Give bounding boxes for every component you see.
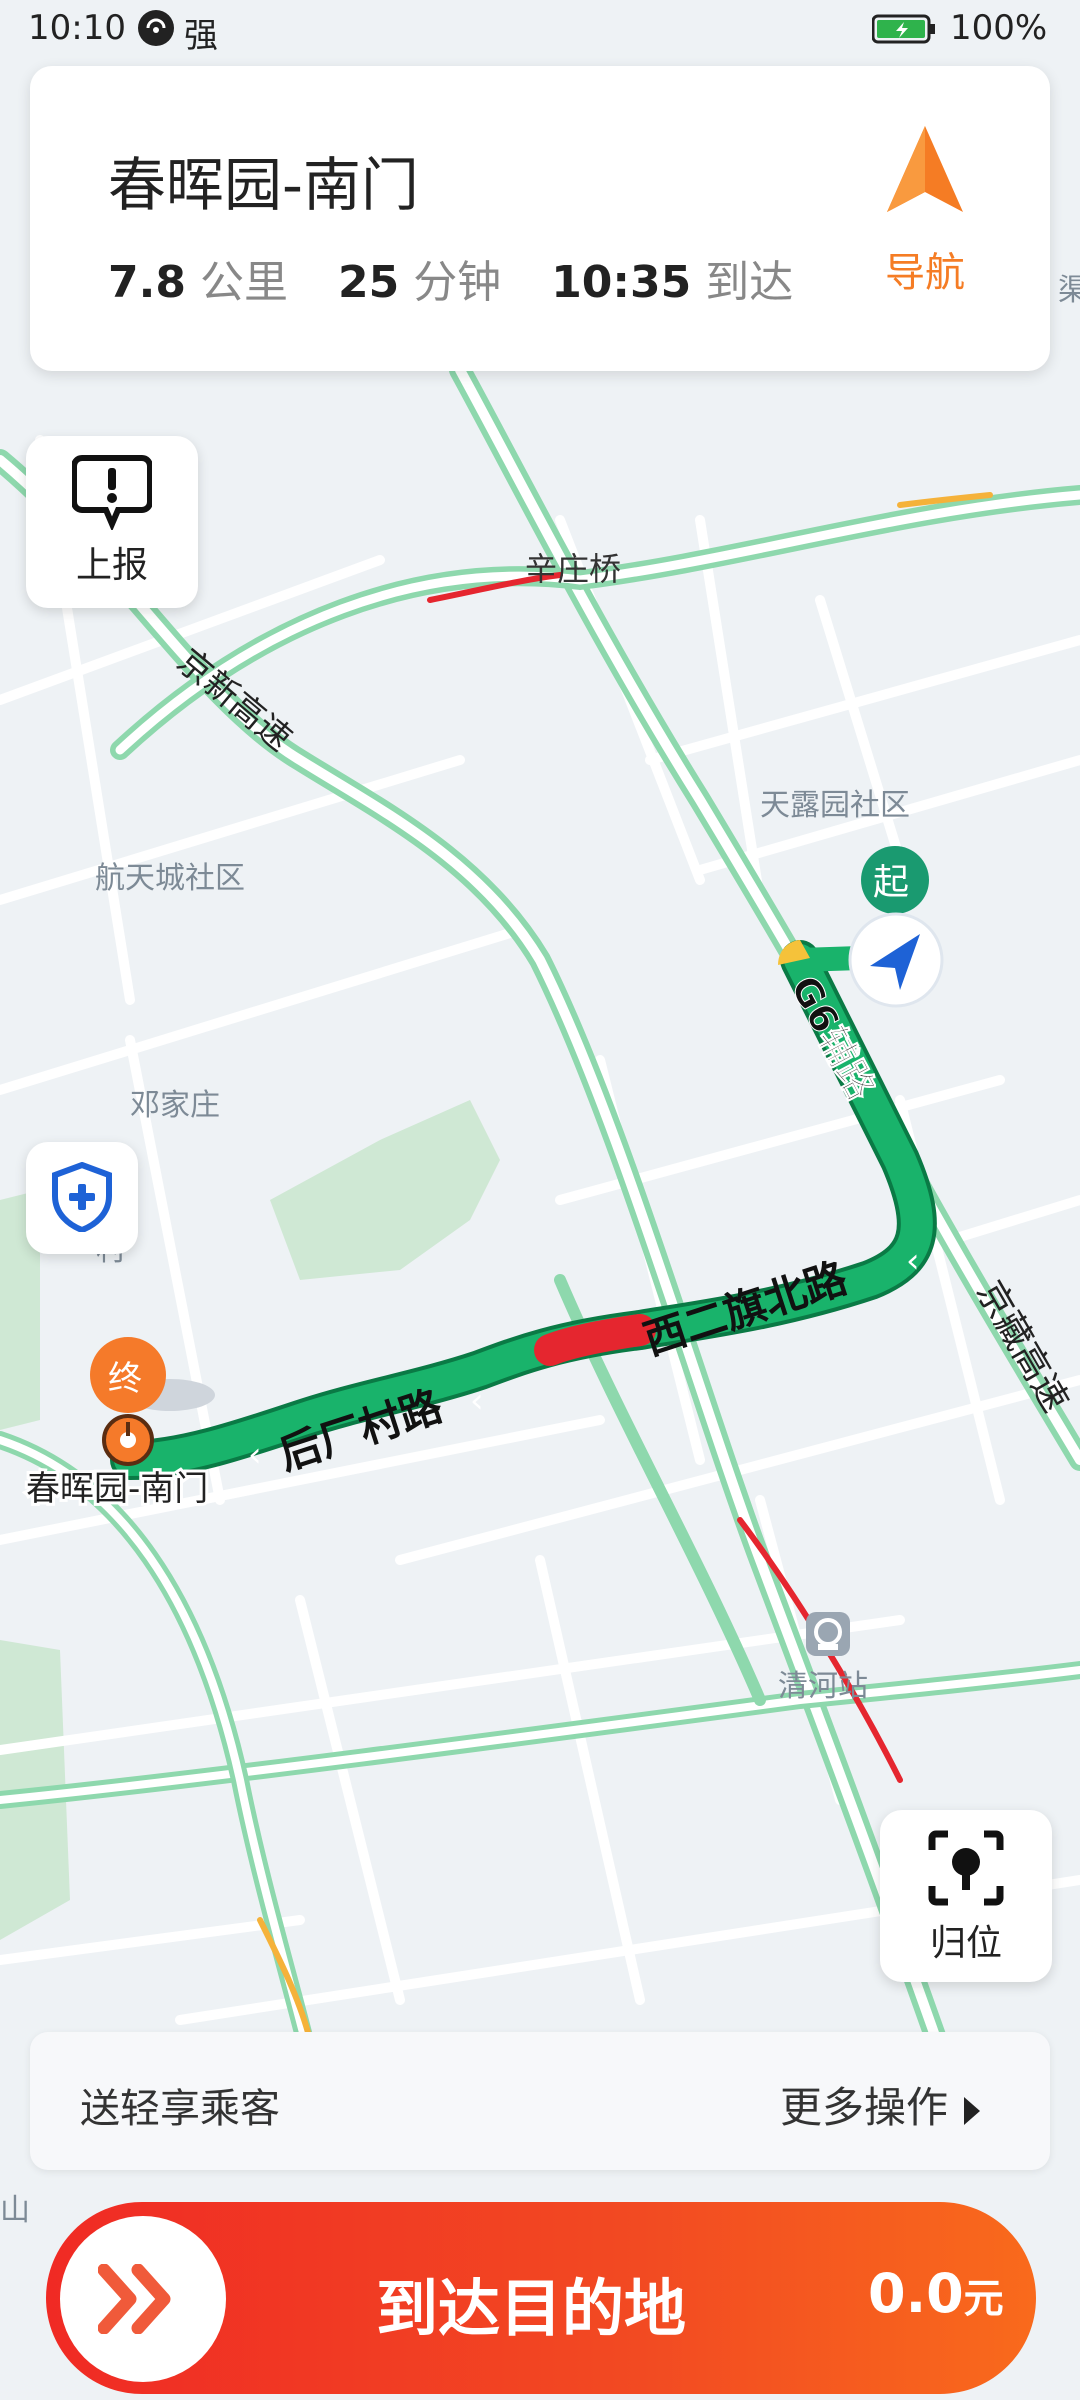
status-time: 10:10 <box>28 8 126 48</box>
more-actions-label: 更多操作 <box>780 2083 949 2132</box>
slider-handle[interactable] <box>60 2216 226 2382</box>
arrival-time: 10:35 <box>551 257 692 308</box>
status-bar: 10:10 强 100% <box>0 0 1080 60</box>
svg-text:‹: ‹ <box>906 1241 920 1281</box>
fare-unit: 元 <box>963 2276 1004 2322</box>
svg-text:清河站: 清河站 <box>778 1669 868 1704</box>
recenter-icon <box>928 1830 1004 1906</box>
report-button[interactable]: 上报 <box>26 436 198 608</box>
arrive-label: 到达目的地 <box>376 2272 687 2345</box>
shield-plus-icon <box>52 1161 112 1234</box>
battery-percent: 100% <box>950 8 1048 48</box>
signal-icon <box>138 10 174 46</box>
subway-station-icon <box>806 1612 850 1656</box>
svg-text:渠: 渠 <box>1058 273 1080 308</box>
arrive-slider[interactable]: 到达目的地 0.0元 <box>46 2202 1036 2394</box>
double-chevron-right-icon <box>98 2264 171 2334</box>
fare-amount: 0.0 <box>868 2262 964 2325</box>
start-marker-label: 起 <box>873 862 909 903</box>
svg-text:辛庄桥: 辛庄桥 <box>525 550 621 588</box>
svg-text:‹: ‹ <box>248 1435 262 1475</box>
svg-text:终: 终 <box>108 1359 142 1399</box>
more-actions-button[interactable]: 更多操作 <box>780 2074 981 2135</box>
recenter-button[interactable]: 归位 <box>880 1810 1052 1982</box>
recenter-label: 归位 <box>929 1923 1002 1964</box>
destination-title: 春晖园-南门 <box>108 151 419 219</box>
navigation-arrow-icon <box>887 126 963 212</box>
destination-card: 春晖园-南门 7.8 公里 25 分钟 10:35 到达 导航 <box>30 66 1050 371</box>
current-location-icon <box>848 912 944 1008</box>
battery-icon <box>872 14 935 44</box>
duration-unit: 分钟 <box>413 257 502 308</box>
svg-text:航天城社区: 航天城社区 <box>95 861 245 896</box>
navigate-label: 导航 <box>885 250 965 296</box>
svg-text:‹: ‹ <box>470 1381 484 1421</box>
trip-summary: 7.8 公里 25 分钟 10:35 到达 <box>108 246 793 310</box>
svg-text:天露园社区: 天露园社区 <box>760 788 910 823</box>
fare: 0.0元 <box>868 2262 1004 2325</box>
svg-text:邓家庄: 邓家庄 <box>130 1088 220 1123</box>
passenger-label: 送轻享乘客 <box>80 2086 280 2132</box>
caret-right-icon <box>964 2096 981 2125</box>
start-marker: 起 <box>861 846 929 914</box>
passenger-action-bar: 送轻享乘客 更多操作 <box>30 2032 1050 2170</box>
navigate-button[interactable]: 导航 <box>850 126 1000 326</box>
signal-strength-label: 强 <box>184 16 218 56</box>
distance-value: 7.8 <box>108 257 186 308</box>
arrival-suffix: 到达 <box>705 257 794 308</box>
safety-button[interactable] <box>26 1142 138 1254</box>
report-icon <box>71 455 153 532</box>
report-label: 上报 <box>75 545 148 586</box>
svg-text:山: 山 <box>0 2193 30 2228</box>
duration-value: 25 <box>337 257 400 308</box>
distance-unit: 公里 <box>199 257 288 308</box>
end-location-label: 春晖园-南门 <box>26 1469 208 1509</box>
